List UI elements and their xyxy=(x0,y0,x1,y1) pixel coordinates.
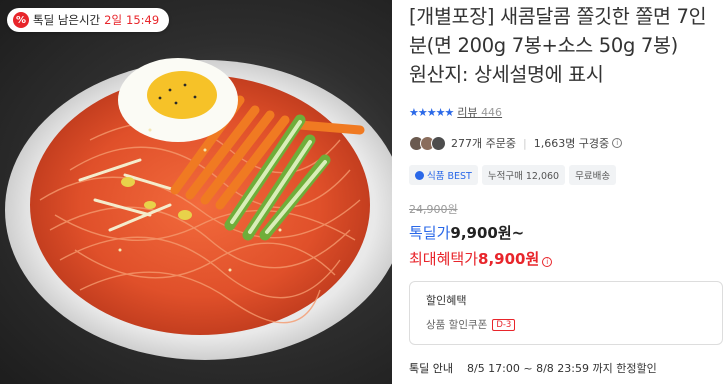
deal-timer-badge: % 톡딜 남은시간 2일 15:49 xyxy=(7,8,170,32)
deal-timer-label: 톡딜 남은시간 xyxy=(33,13,101,27)
best-badge[interactable]: 식품 BEST xyxy=(409,165,478,185)
max-benefit-row: 최대혜택가 8,900원 i xyxy=(409,248,723,269)
discount-benefit-box[interactable]: 할인혜택 상품 할인쿠폰 D-3 xyxy=(409,281,723,345)
purchase-count-badge: 누적구매 12,060 xyxy=(481,165,566,185)
product-info-panel: [개별포장] 새콤달콤 쫄깃한 쫄면 7인분(면 200g 7봉+소스 50g … xyxy=(409,0,723,384)
percent-icon: % xyxy=(13,12,29,28)
deal-price-label: 톡딜가 xyxy=(409,224,451,242)
deal-notice-row: 톡딜 안내 8/5 17:00 ~ 8/8 23:59 까지 한정할인 xyxy=(409,360,723,376)
avatar xyxy=(431,135,446,151)
coupon-row: 상품 할인쿠폰 D-3 xyxy=(426,317,722,332)
product-title: [개별포장] 새콤달콤 쫄깃한 쫄면 7인분(면 200g 7봉+소스 50g … xyxy=(409,5,707,86)
product-image[interactable]: % 톡딜 남은시간 2일 15:49 xyxy=(0,0,392,384)
deal-notice-text: 8/5 17:00 ~ 8/8 23:59 까지 한정할인 xyxy=(466,362,657,375)
info-icon[interactable]: i xyxy=(612,138,623,148)
dday-badge: D-3 xyxy=(492,318,516,331)
noodle-bowl-illustration xyxy=(5,58,392,360)
ordering-count: 277개 주문중 xyxy=(451,137,516,150)
review-link[interactable]: 리뷰 446 xyxy=(457,104,502,120)
deal-timer-time: 15:49 xyxy=(126,13,160,27)
deal-price-row: 톡딜가 9,900원~ xyxy=(409,222,723,243)
max-benefit-label: 최대혜택가 xyxy=(409,250,479,268)
watching-count: 1,663명 구경중 xyxy=(533,137,610,150)
deal-price: 9,900원~ xyxy=(450,224,525,242)
divider: | xyxy=(522,136,527,150)
deal-timer-days: 2일 xyxy=(104,13,123,27)
coupon-label: 상품 할인쿠폰 xyxy=(426,319,488,331)
rating-row: ★★★★★ 리뷰 446 xyxy=(409,103,723,121)
deal-notice-label: 톡딜 안내 xyxy=(409,362,453,375)
free-shipping-badge: 무료배송 xyxy=(569,165,617,185)
buyer-avatars xyxy=(409,135,446,151)
original-price: 24,900원 xyxy=(409,203,458,216)
benefit-title: 할인혜택 xyxy=(426,294,467,307)
review-label: 리뷰 xyxy=(457,106,478,119)
best-icon xyxy=(415,170,424,180)
best-badge-label: 식품 BEST xyxy=(427,171,472,182)
max-benefit-price: 8,900원 xyxy=(478,250,540,268)
badge-list: 식품 BEST 누적구매 12,060 무료배송 xyxy=(409,165,723,185)
activity-row: 277개 주문중 | 1,663명 구경중 i xyxy=(409,133,723,153)
info-icon[interactable]: i xyxy=(542,257,553,267)
review-count: 446 xyxy=(481,106,503,119)
rating-stars-icon: ★★★★★ xyxy=(409,105,454,119)
